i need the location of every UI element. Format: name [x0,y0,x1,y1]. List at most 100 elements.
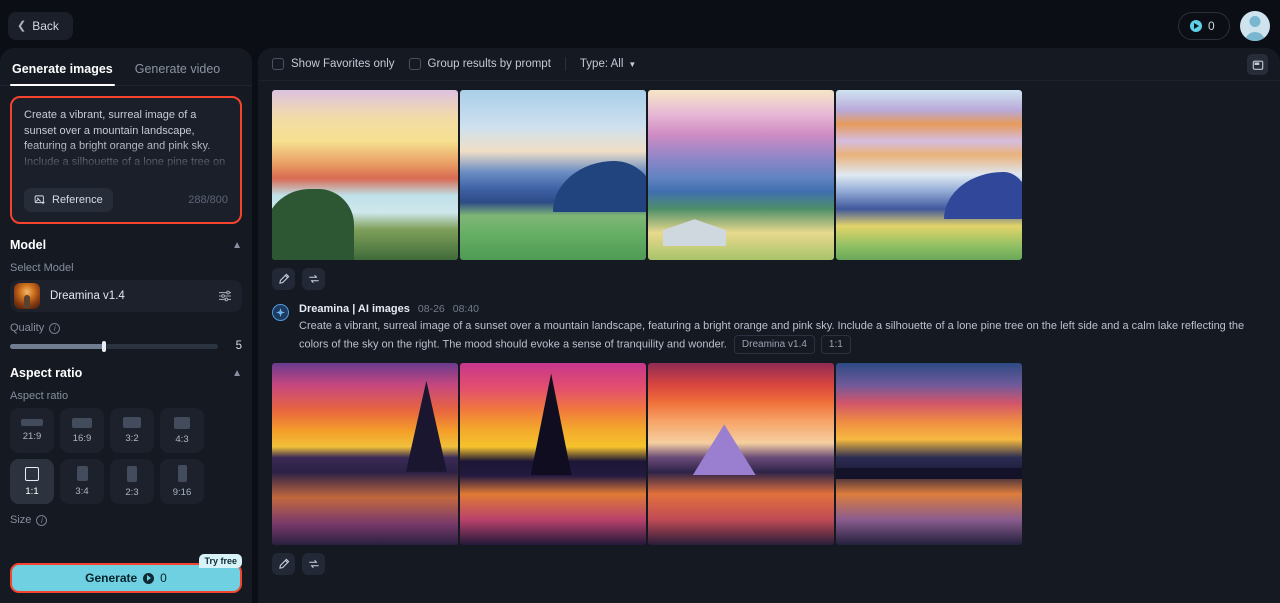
result-time: 08:40 [452,303,480,315]
result-thumbnail[interactable] [836,362,1022,545]
filter-divider [564,57,566,71]
aspect-ratio-label: 16:9 [72,432,92,444]
result-prompt: Create a vibrant, surreal image of a sun… [299,318,1266,354]
show-favorites-toggle[interactable]: Show Favorites only [272,58,395,70]
aspect-ratio-1-1[interactable]: 1:1 [10,459,54,504]
tab-generate-video[interactable]: Generate video [133,58,222,85]
chevron-up-icon[interactable]: ▲ [232,368,242,379]
aspect-ratio-shape [177,465,187,482]
quality-value: 5 [235,340,242,352]
result-meta-line: Dreamina | AI images 08-26 08:40 [299,303,1266,315]
prompt-footer: Reference 288/800 [12,178,240,222]
chevron-left-icon: ❮ [17,19,27,32]
sliders-icon[interactable] [218,290,232,302]
credits-pill[interactable]: 0 [1178,12,1230,40]
result-actions [272,268,1266,290]
result-thumbnail[interactable] [460,362,646,545]
gallery-panel-icon[interactable] [1247,54,1268,75]
prompt-char-counter: 288/800 [188,194,228,206]
generate-button[interactable]: Generate 0 Try free [10,554,242,593]
result-thumbnail[interactable] [648,90,834,260]
aspect-ratio-shape [127,465,137,482]
aspect-ratio-3-4[interactable]: 3:4 [60,459,104,504]
aspect-ratio-9-16[interactable]: 9:16 [160,459,204,504]
result-tags: Dreamina v1.4 1:1 [733,334,851,354]
result-thumbnail[interactable] [272,90,458,260]
result-tag: 1:1 [820,334,851,354]
tab-generate-video-label: Generate video [134,62,221,76]
result-thumbnail[interactable] [836,90,1022,260]
sidebar-tabs: Generate images Generate video [0,48,252,86]
checkbox-favorites[interactable] [272,58,284,70]
checkbox-group-by-prompt[interactable] [408,58,421,70]
chevron-down-icon: ▼ [628,59,637,69]
result-thumbnail[interactable] [272,362,458,545]
aspect-ratio-grid: 21:9 16:9 3:2 4:3 1:1 3:4 2:3 9:16 [10,408,242,504]
quality-label: Quality [10,322,45,334]
aspect-ratio-label: 3:2 [125,433,139,444]
edit-pencil-icon [278,558,289,569]
info-icon[interactable]: i [36,514,48,526]
regenerate-button[interactable] [302,552,325,575]
aspect-ratio-shape [25,466,39,481]
result-actions [272,552,1266,575]
reference-button-label: Reference [52,194,103,206]
edit-pencil-icon [278,273,289,284]
try-free-badge: Try free [199,554,242,568]
aspect-ratio-label: 3:4 [75,486,89,497]
aspect-ratio-label: 9:16 [172,487,192,498]
size-label: Size [10,514,32,526]
type-filter-dropdown[interactable]: Type: All ▼ [580,58,636,70]
aspect-ratio-shape [21,419,43,426]
credits-value: 0 [1208,19,1215,33]
quality-label-row: Quality i [10,322,242,334]
prompt-box[interactable]: Create a vibrant, surreal image of a sun… [10,96,242,224]
info-icon[interactable]: i [49,322,61,334]
quality-slider-fill [10,343,104,349]
chevron-up-icon[interactable]: ▲ [232,240,242,251]
user-avatar-icon[interactable] [1240,11,1270,41]
edit-button[interactable] [272,552,295,575]
aspect-ratio-4-3[interactable]: 4:3 [160,408,204,453]
result-thumbnail[interactable] [648,362,834,545]
aspect-ratio-label: 2:3 [125,486,139,498]
aspect-ratio-21-9[interactable]: 21:9 [10,408,54,453]
generate-button-label: Generate [85,571,138,585]
aspect-ratio-16-9[interactable]: 16:9 [60,408,104,453]
regenerate-icon [308,559,319,568]
main-panel: Show Favorites only Group results by pro… [258,48,1280,603]
aspect-ratio-shape [72,417,92,428]
app-root: ❮ Back 0 Generate images Generate video … [0,0,1280,603]
panel-glyph [1252,60,1263,70]
select-model-label: Select Model [10,262,242,274]
edit-button[interactable] [272,268,295,290]
result-thumbnail[interactable] [460,90,646,260]
group-by-prompt-toggle[interactable]: Group results by prompt [408,58,551,70]
model-selector[interactable]: Dreamina v1.4 [10,280,242,312]
aspect-ratio-3-2[interactable]: 3:2 [110,408,154,453]
result-meta: Dreamina | AI images 08-26 08:40 Create a v… [299,303,1266,354]
quality-slider-knob[interactable] [101,340,106,352]
result-tag: Dreamina v1.4 [733,334,815,354]
aspect-ratio-label: 1:1 [25,485,39,497]
model-thumbnail [14,283,40,309]
model-section-header[interactable]: Model ▲ [10,238,242,252]
aspect-section-header[interactable]: Aspect ratio ▲ [10,366,242,380]
aspect-ratio-label: 21:9 [22,431,42,442]
tab-generate-images[interactable]: Generate images [10,58,115,86]
back-button-label: Back [32,19,59,33]
reference-button[interactable]: Reference [24,188,113,212]
left-sidebar: Generate images Generate video Create a … [0,48,252,603]
regenerate-button[interactable] [302,268,325,290]
generate-cost: 0 [160,571,167,585]
top-bar: ❮ Back 0 [0,0,1280,52]
back-button[interactable]: ❮ Back [8,12,73,40]
result-date: 08-26 [417,303,445,315]
prompt-textarea[interactable]: Create a vibrant, surreal image of a sun… [12,98,240,174]
results-list: Dreamina | AI images 08-26 08:40 Create a v… [258,81,1280,603]
quality-slider[interactable] [10,340,218,352]
aspect-ratio-shape [123,417,141,428]
aspect-ratio-2-3[interactable]: 2:3 [110,459,154,504]
result-image-row [272,362,1266,545]
aspect-sub-label-row: Aspect ratio [10,390,242,402]
